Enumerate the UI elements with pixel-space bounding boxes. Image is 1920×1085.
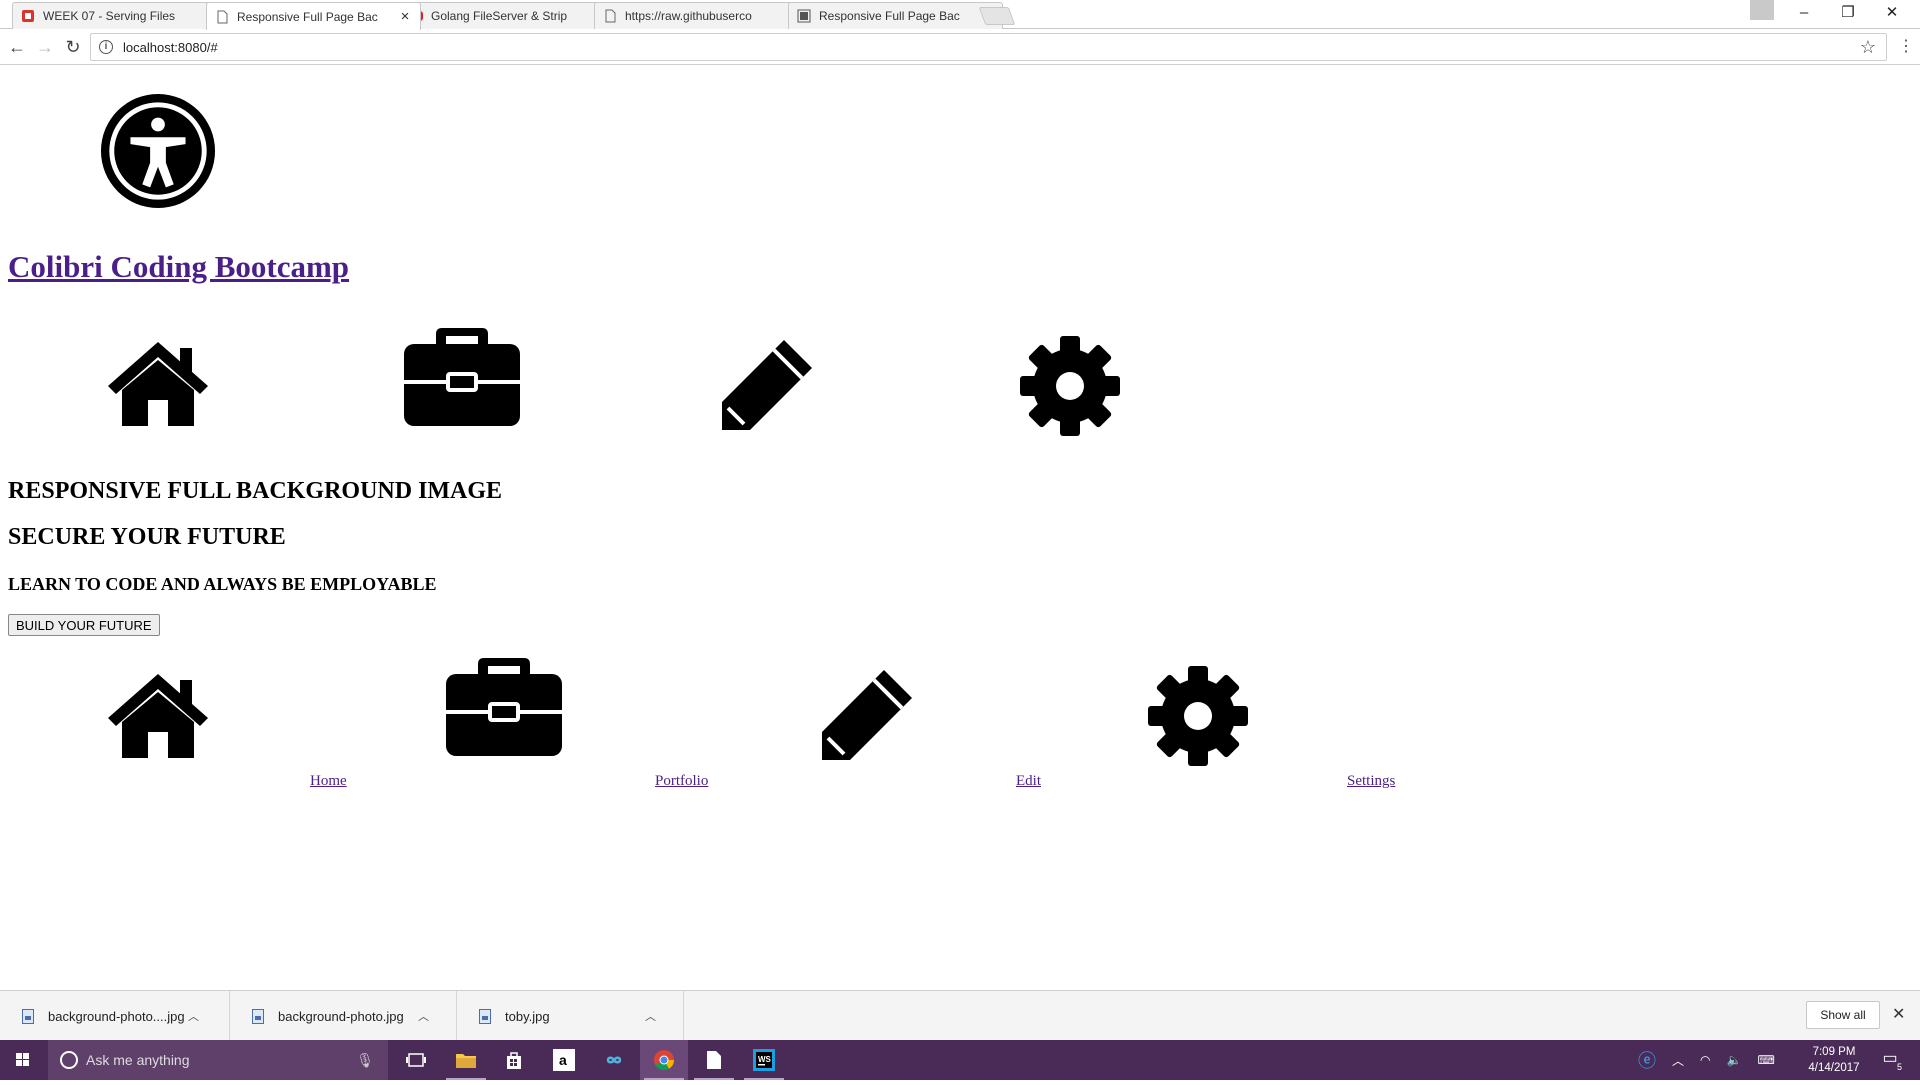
close-icon[interactable]: ✕: [1892, 1004, 1905, 1024]
cortana-icon: [60, 1051, 78, 1069]
tab-strip: WEEK 07 - Serving Files × Responsive Ful…: [0, 0, 1920, 30]
clock-time: 7:09 PM: [1812, 1046, 1856, 1058]
page-content: Colibri Coding Bootcamp RESPONSIVE FULL …: [0, 66, 1920, 990]
menu-icon[interactable]: ⋮: [1898, 36, 1914, 56]
page-heading-3: LEARN TO CODE AND ALWAYS BE EMPLOYABLE: [8, 574, 437, 594]
microphone-icon[interactable]: 🎙: [356, 1052, 374, 1069]
wifi-icon[interactable]: ◠: [1700, 1053, 1710, 1067]
notification-count: 5: [1896, 1062, 1902, 1072]
task-view-icon[interactable]: [392, 1040, 440, 1080]
download-shelf: background-photo....jpg ︿ background-pho…: [0, 990, 1920, 1041]
image-file-icon: [252, 1008, 264, 1024]
page-icon: [215, 10, 229, 24]
accessibility-logo-icon: [100, 93, 216, 209]
tab-golang-fileserver[interactable]: Golang FileServer & Strip ×: [400, 2, 615, 29]
document-icon[interactable]: [690, 1040, 738, 1080]
profile-icon[interactable]: [1750, 0, 1774, 20]
gear-icon[interactable]: [1146, 664, 1250, 768]
window-close-icon[interactable]: ✕: [1870, 0, 1914, 28]
tab-title: Responsive Full Page Bac: [237, 9, 378, 24]
svg-text:a: a: [559, 1052, 567, 1068]
page-icon: [603, 9, 617, 23]
cortana-search-box[interactable]: Ask me anything 🎙: [48, 1040, 388, 1080]
gear-icon[interactable]: [1018, 334, 1122, 438]
image-file-icon: [22, 1008, 34, 1024]
keyboard-icon[interactable]: ⌨: [1757, 1053, 1774, 1067]
tab-week07[interactable]: WEEK 07 - Serving Files ×: [12, 2, 227, 29]
slides-icon: [21, 9, 35, 23]
ie-update-icon[interactable]: ⓔ: [1638, 1047, 1656, 1073]
restore-icon[interactable]: ❐: [1826, 0, 1870, 28]
close-icon[interactable]: ×: [398, 9, 412, 24]
briefcase-icon[interactable]: [402, 324, 522, 428]
brand-link[interactable]: Colibri Coding Bootcamp: [8, 249, 349, 285]
url-text: localhost:8080/#: [123, 39, 218, 55]
search-placeholder: Ask me anything: [86, 1052, 190, 1068]
download-item[interactable]: background-photo.jpg ︿: [230, 991, 457, 1041]
chrome-icon[interactable]: [640, 1040, 688, 1080]
download-filename: background-photo....jpg: [48, 1008, 185, 1024]
svg-text:WS: WS: [758, 1055, 772, 1064]
amazon-icon[interactable]: a: [540, 1040, 588, 1080]
image-file-icon: [479, 1008, 491, 1024]
system-tray: ⓔ ︿ ◠ 🔈 ⌨: [1638, 1040, 1775, 1080]
download-filename: toby.jpg: [505, 1008, 550, 1024]
new-tab-button[interactable]: [978, 7, 1016, 25]
show-all-button[interactable]: Show all: [1806, 1001, 1880, 1029]
pencil-icon[interactable]: [714, 334, 818, 438]
tab-responsive-page[interactable]: Responsive Full Page Bac ×: [206, 2, 421, 30]
store-icon[interactable]: [490, 1040, 538, 1080]
download-item[interactable]: toby.jpg ︿: [457, 991, 684, 1041]
file-explorer-icon[interactable]: [442, 1040, 490, 1080]
windows-taskbar: Ask me anything 🎙 a WS ⓔ ︿ ◠ 🔈 ⌨ 7:09 PM…: [0, 1040, 1920, 1080]
tab-responsive-page-2[interactable]: Responsive Full Page Bac ×: [788, 2, 1003, 29]
info-icon[interactable]: i: [99, 40, 113, 54]
action-center-icon[interactable]: ▭ 5: [1878, 1048, 1902, 1072]
briefcase-icon[interactable]: [444, 654, 564, 758]
tab-title: https://raw.githubuserco: [625, 9, 752, 23]
tab-title: Responsive Full Page Bac: [819, 9, 960, 23]
chevron-up-icon[interactable]: ︿: [645, 1008, 656, 1024]
pencil-icon[interactable]: [814, 664, 918, 768]
home-icon[interactable]: [104, 670, 212, 760]
build-your-future-button[interactable]: BUILD YOUR FUTURE: [8, 614, 160, 636]
windows-start-icon[interactable]: [0, 1040, 46, 1080]
tab-title: Golang FileServer & Strip: [431, 9, 568, 23]
infinity-app-icon[interactable]: [590, 1040, 638, 1080]
page-heading-1: RESPONSIVE FULL BACKGROUND IMAGE: [8, 478, 503, 504]
star-icon[interactable]: ☆: [1860, 37, 1876, 58]
tab-title: WEEK 07 - Serving Files: [43, 9, 176, 23]
webstorm-icon: [797, 9, 811, 23]
address-bar[interactable]: i localhost:8080/# ☆: [90, 33, 1887, 61]
clock-date: 4/14/2017: [1808, 1062, 1860, 1074]
nav-link-settings[interactable]: Settings: [1347, 773, 1395, 790]
chevron-up-icon[interactable]: ︿: [1672, 1052, 1684, 1069]
minimize-icon[interactable]: –: [1782, 0, 1826, 28]
nav-link-edit[interactable]: Edit: [1016, 773, 1041, 790]
chevron-up-icon[interactable]: ︿: [188, 1008, 199, 1024]
tab-raw-github[interactable]: https://raw.githubuserco ×: [594, 2, 809, 29]
volume-icon[interactable]: 🔈: [1727, 1053, 1742, 1067]
taskbar-clock[interactable]: 7:09 PM 4/14/2017: [1802, 1044, 1866, 1076]
page-heading-2: SECURE YOUR FUTURE: [8, 524, 286, 550]
nav-link-home[interactable]: Home: [310, 773, 347, 790]
back-icon[interactable]: ←: [5, 35, 29, 59]
download-filename: background-photo.jpg: [278, 1008, 404, 1024]
reload-icon[interactable]: ↻: [61, 35, 85, 59]
forward-icon[interactable]: →: [33, 35, 57, 59]
home-icon[interactable]: [104, 338, 212, 428]
nav-link-portfolio[interactable]: Portfolio: [655, 773, 708, 790]
browser-toolbar: ← → ↻ i localhost:8080/# ☆ ⋮: [0, 29, 1920, 65]
webstorm-icon[interactable]: WS: [740, 1040, 788, 1080]
chevron-up-icon[interactable]: ︿: [418, 1008, 429, 1024]
download-item[interactable]: background-photo....jpg ︿: [0, 991, 230, 1041]
